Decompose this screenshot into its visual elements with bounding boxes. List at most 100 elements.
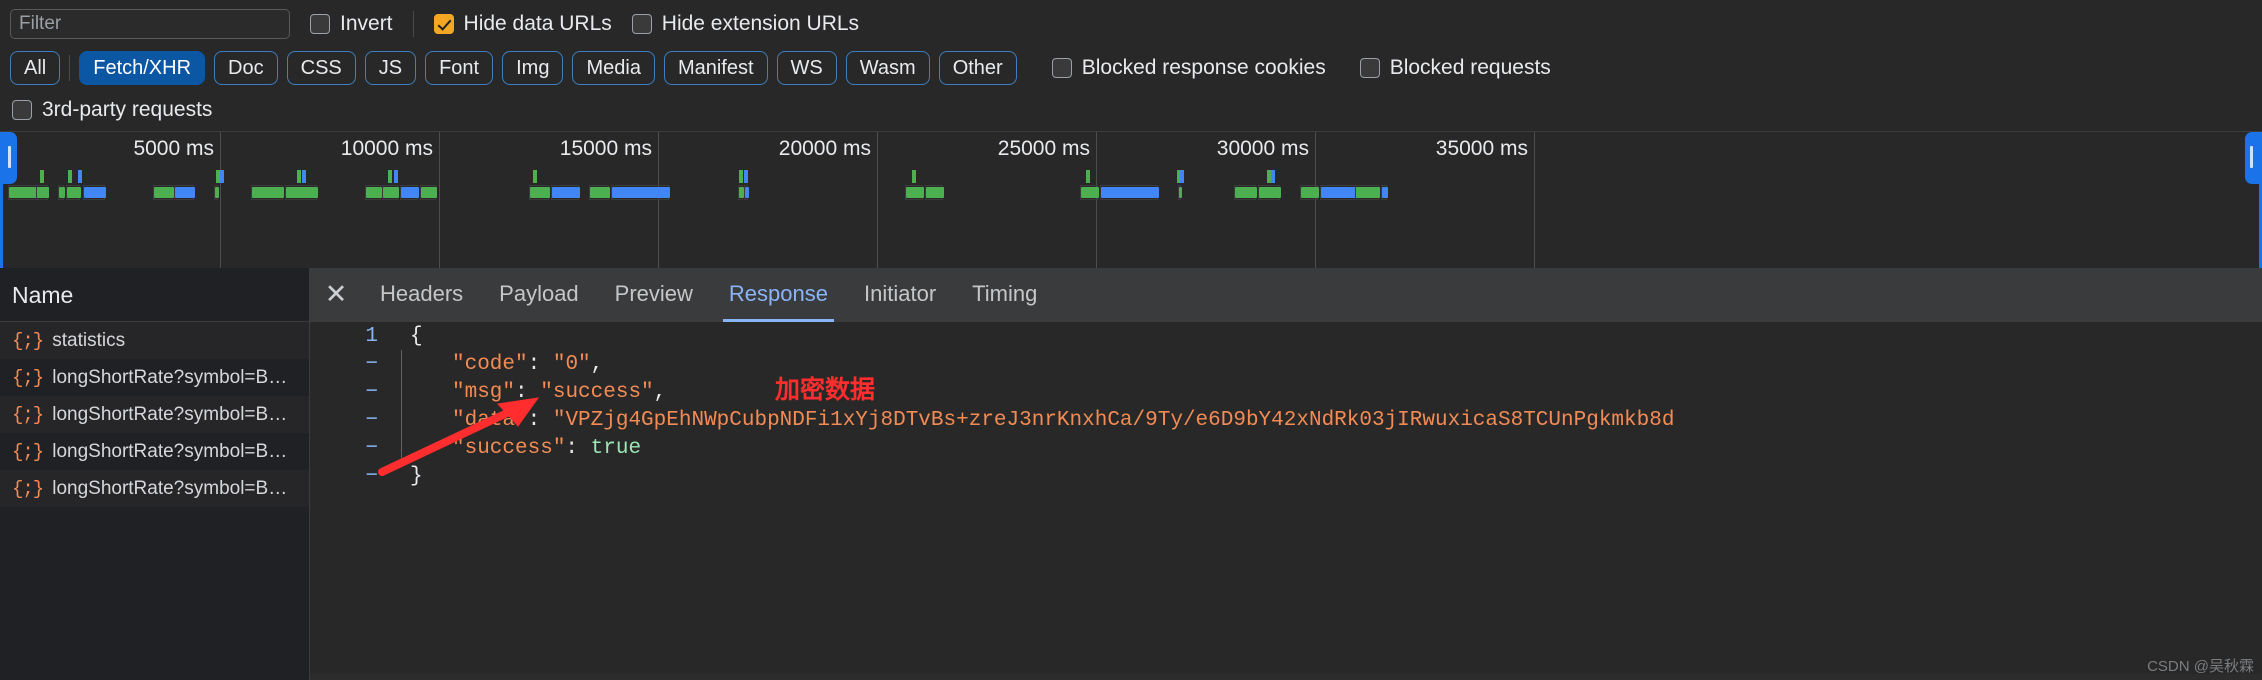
invert-checkbox-row[interactable]: Invert — [310, 12, 393, 36]
overview-request-bar — [1100, 185, 1159, 200]
line-number[interactable]: − — [310, 437, 394, 460]
line-number[interactable]: 1 — [310, 325, 394, 348]
overview-bar-segment-wait — [1301, 187, 1319, 198]
overview-tick-label: 30000 ms — [1216, 137, 1309, 160]
overview-request-bar — [1258, 185, 1281, 200]
hide-extension-urls-checkbox[interactable] — [631, 13, 652, 34]
overview-request-bar — [153, 185, 174, 200]
overview-event-marker — [744, 170, 748, 183]
code-line: −} — [310, 462, 2262, 490]
request-name: longShortRate?symbol=B… — [52, 366, 288, 388]
type-filter-font[interactable]: Font — [425, 51, 494, 85]
type-filter-other[interactable]: Other — [938, 51, 1017, 85]
type-filter-media[interactable]: Media — [572, 51, 655, 85]
third-party-requests-row[interactable]: 3rd-party requests — [12, 98, 212, 122]
overview-request-bar — [744, 185, 749, 200]
overview-bar-segment-download — [1382, 187, 1388, 198]
type-filter-manifest[interactable]: Manifest — [663, 51, 768, 85]
fold-rail — [394, 406, 410, 434]
code-token-str: "0" — [552, 352, 591, 376]
blocked-requests-checkbox[interactable] — [1359, 58, 1380, 78]
request-list-item[interactable]: {;} longShortRate?symbol=B… — [0, 470, 309, 507]
line-number[interactable]: − — [310, 409, 394, 432]
overview-request-bar — [36, 185, 49, 200]
fold-rail — [394, 350, 410, 378]
filter-input[interactable] — [10, 8, 290, 39]
invert-label: Invert — [340, 11, 393, 35]
overview-tick-label: 10000 ms — [340, 137, 433, 160]
overview-bar-segment-wait — [1259, 187, 1281, 198]
request-name: longShortRate?symbol=B… — [52, 403, 288, 425]
tab-preview[interactable]: Preview — [597, 268, 711, 322]
toolbar-row-filters: Invert Hide data URLs Hide extension URL… — [0, 0, 2262, 47]
response-body-viewer[interactable]: 1{− "code": "0", − "msg": "success", − "data"… — [310, 322, 2262, 680]
overview-bar-segment-wait — [1081, 187, 1099, 198]
overview-event-marker — [68, 170, 72, 183]
overview-bar-segment-wait — [1235, 187, 1257, 198]
request-list-item[interactable]: {;} statistics — [0, 322, 309, 359]
tab-headers[interactable]: Headers — [362, 268, 481, 322]
overview-event-marker — [302, 170, 306, 183]
overview-request-bar — [529, 185, 550, 200]
hide-extension-urls-row[interactable]: Hide extension URLs — [631, 12, 859, 36]
request-list-item[interactable]: {;} longShortRate?symbol=B… — [0, 396, 309, 433]
close-icon[interactable]: ✕ — [310, 281, 362, 308]
tab-payload[interactable]: Payload — [481, 268, 597, 322]
request-list-panel: Name {;} statistics {;} longShortRate?symbo… — [0, 268, 310, 680]
code-token-bool: true — [590, 436, 642, 460]
request-list-item[interactable]: {;} longShortRate?symbol=B… — [0, 359, 309, 396]
overview-event-marker — [1180, 170, 1184, 183]
code-token-punct: , — [653, 380, 667, 404]
hide-data-urls-row[interactable]: Hide data URLs — [433, 12, 612, 36]
overview-request-bar — [589, 185, 610, 200]
overview-request-bar — [420, 185, 437, 200]
type-filter-ws[interactable]: WS — [776, 51, 837, 85]
overview-bar-segment-wait — [286, 187, 318, 198]
third-party-requests-checkbox[interactable] — [12, 100, 32, 120]
overview-window-left-handle[interactable] — [3, 132, 17, 184]
overview-bar-segment-download — [1101, 187, 1159, 198]
type-filter-wasm[interactable]: Wasm — [845, 51, 930, 85]
horizontal-scrollbar[interactable] — [310, 674, 2262, 680]
overview-event-marker — [388, 170, 392, 183]
tab-response[interactable]: Response — [711, 268, 846, 322]
type-filter-fetch-xhr[interactable]: Fetch/XHR — [79, 51, 206, 85]
line-number[interactable]: − — [310, 353, 394, 376]
blocked-response-cookies-row[interactable]: Blocked response cookies — [1051, 56, 1326, 80]
overview-request-bar — [551, 185, 580, 200]
tab-timing[interactable]: Timing — [954, 268, 1055, 322]
network-overview-timeline[interactable]: 5000 ms 10000 ms 15000 ms 20000 ms 25000 ms 3… — [0, 131, 2262, 268]
type-filter-divider — [69, 55, 71, 81]
overview-tick-label: 5000 ms — [133, 137, 214, 160]
type-filter-img[interactable]: Img — [502, 51, 564, 85]
tab-initiator[interactable]: Initiator — [846, 268, 954, 322]
toolbar-divider — [412, 10, 414, 37]
hide-data-urls-checkbox[interactable] — [433, 13, 454, 34]
code-token-str: "VPZjg4GpEhNWpCubpNDFi1xYj8DTvBs+zreJ3nr… — [552, 408, 1675, 432]
line-number[interactable]: − — [310, 465, 394, 488]
overview-window-right-handle[interactable] — [2245, 132, 2259, 184]
type-filter-js[interactable]: JS — [364, 51, 417, 85]
overview-bar-segment-download — [1321, 187, 1357, 198]
overview-bar-segment-wait — [421, 187, 437, 198]
request-detail-tabbar: ✕ Headers Payload Preview Response Initiator… — [310, 268, 2262, 322]
overview-request-bar — [365, 185, 382, 200]
overview-event-marker — [1271, 170, 1275, 183]
code-line: − "success": true — [310, 434, 2262, 462]
blocked-requests-row[interactable]: Blocked requests — [1359, 56, 1551, 80]
overview-gridline — [220, 132, 221, 268]
overview-bar-segment-wait — [59, 187, 65, 198]
overview-request-bar — [382, 185, 399, 200]
type-filter-doc[interactable]: Doc — [214, 51, 278, 85]
type-filter-all[interactable]: All — [10, 51, 61, 85]
overview-event-marker — [220, 170, 224, 183]
fold-rail — [394, 462, 410, 490]
blocked-response-cookies-checkbox[interactable] — [1051, 58, 1072, 78]
network-filter-toolbar: Invert Hide data URLs Hide extension URL… — [0, 0, 2262, 131]
request-list-item[interactable]: {;} longShortRate?symbol=B… — [0, 433, 309, 470]
type-filter-css[interactable]: CSS — [286, 51, 356, 85]
request-list-column-header[interactable]: Name — [0, 268, 309, 322]
invert-checkbox[interactable] — [310, 13, 330, 34]
line-number[interactable]: − — [310, 381, 394, 404]
overview-gridline — [1534, 132, 1535, 268]
